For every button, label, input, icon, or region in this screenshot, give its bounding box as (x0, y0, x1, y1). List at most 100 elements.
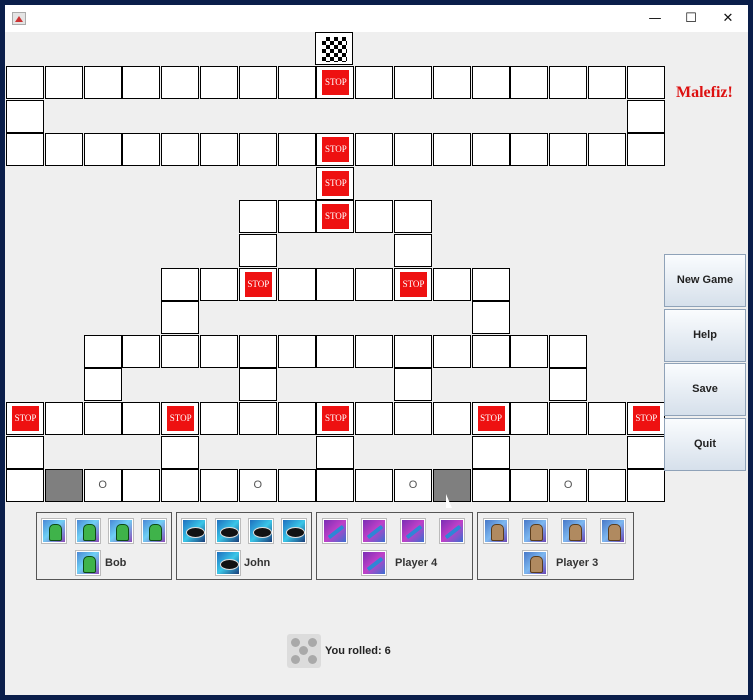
player-piece[interactable] (362, 519, 386, 543)
board-field[interactable] (200, 334, 238, 368)
board-field[interactable] (200, 469, 238, 503)
board-field-barricade[interactable]: STOP (471, 402, 510, 435)
board-field[interactable] (394, 200, 432, 234)
player-piece[interactable] (109, 519, 133, 543)
board-field[interactable] (355, 66, 394, 99)
board-field[interactable] (471, 133, 510, 167)
board-field[interactable] (161, 301, 200, 335)
board-field[interactable] (394, 402, 432, 435)
board-field[interactable] (355, 402, 394, 435)
board-field[interactable] (122, 133, 161, 167)
maximize-button[interactable]: ☐ (671, 5, 711, 32)
board-field[interactable] (44, 402, 83, 435)
board-field[interactable] (161, 66, 200, 99)
board-field-start[interactable]: O (238, 469, 277, 503)
board-field[interactable] (122, 402, 161, 435)
board-field[interactable] (44, 133, 83, 167)
board-field[interactable] (44, 469, 83, 503)
board-field-barricade[interactable]: STOP (394, 267, 432, 301)
board-field[interactable] (6, 66, 44, 99)
board-field[interactable] (432, 334, 471, 368)
board-field[interactable] (471, 334, 510, 368)
close-button[interactable]: ✕ (708, 5, 748, 32)
board-field-barricade[interactable]: STOP (316, 166, 355, 200)
board-field[interactable] (510, 66, 549, 99)
board-field[interactable] (626, 133, 665, 167)
board-field[interactable] (471, 469, 510, 503)
board-field[interactable] (238, 234, 277, 267)
board-field[interactable] (549, 334, 588, 368)
board-field-start[interactable]: O (394, 469, 432, 503)
board-field[interactable] (238, 200, 277, 234)
board-field[interactable] (200, 66, 238, 99)
board-field[interactable] (6, 133, 44, 167)
board-field-barricade[interactable]: STOP (316, 200, 355, 234)
board-field[interactable] (471, 267, 510, 301)
board-field[interactable] (238, 66, 277, 99)
board-field[interactable] (6, 99, 44, 133)
board-field[interactable] (588, 133, 626, 167)
board-field[interactable] (355, 133, 394, 167)
board-field[interactable] (549, 66, 588, 99)
player-piece[interactable] (440, 519, 464, 543)
board-field[interactable] (549, 368, 588, 402)
player-piece[interactable] (562, 519, 586, 543)
dice-button[interactable] (287, 634, 321, 668)
player-piece[interactable] (216, 519, 240, 543)
quit-button[interactable]: Quit (664, 418, 746, 471)
board-field[interactable] (626, 469, 665, 503)
board-field[interactable] (277, 66, 316, 99)
board-field[interactable] (432, 402, 471, 435)
board-field[interactable] (200, 267, 238, 301)
board-field[interactable] (588, 402, 626, 435)
player-piece[interactable] (142, 519, 166, 543)
board-field[interactable] (277, 334, 316, 368)
board-field[interactable] (6, 469, 44, 503)
board-field[interactable] (277, 402, 316, 435)
player-piece[interactable] (249, 519, 273, 543)
board-field[interactable] (394, 334, 432, 368)
save-button[interactable]: Save (664, 363, 746, 416)
board-field[interactable] (83, 66, 122, 99)
board-field[interactable] (626, 99, 665, 133)
board-field[interactable] (122, 66, 161, 99)
board-field[interactable] (122, 334, 161, 368)
board-field[interactable] (122, 469, 161, 503)
board-field[interactable] (355, 267, 394, 301)
board-field[interactable] (161, 334, 200, 368)
board-field[interactable] (432, 133, 471, 167)
board-field[interactable] (316, 469, 355, 503)
board-field[interactable] (200, 133, 238, 167)
board-field[interactable] (588, 66, 626, 99)
board-field[interactable] (432, 66, 471, 99)
player-piece[interactable] (523, 519, 547, 543)
board-field-barricade[interactable]: STOP (161, 402, 200, 435)
board-field[interactable] (316, 334, 355, 368)
player-piece[interactable] (323, 519, 347, 543)
board-field[interactable] (394, 368, 432, 402)
board-field[interactable] (238, 133, 277, 167)
board-field[interactable] (277, 200, 316, 234)
player-piece[interactable] (42, 519, 66, 543)
board-field[interactable] (549, 133, 588, 167)
board-field[interactable] (161, 267, 200, 301)
help-button[interactable]: Help (664, 309, 746, 362)
board-field-barricade[interactable]: STOP (6, 402, 44, 435)
new-game-button[interactable]: New Game (664, 254, 746, 307)
board-field[interactable] (83, 368, 122, 402)
board-field-start[interactable]: O (549, 469, 588, 503)
player-piece[interactable] (282, 519, 306, 543)
minimize-button[interactable]: — (635, 5, 675, 32)
board-field[interactable] (44, 66, 83, 99)
board-field-barricade[interactable]: STOP (316, 66, 355, 99)
board-field[interactable] (238, 334, 277, 368)
board-field[interactable] (316, 267, 355, 301)
board-field[interactable] (355, 334, 394, 368)
board-field[interactable] (510, 469, 549, 503)
board-field-barricade[interactable]: STOP (626, 402, 665, 435)
board-field[interactable] (6, 435, 44, 469)
player-piece[interactable] (182, 519, 206, 543)
board-field[interactable] (200, 402, 238, 435)
board-field[interactable] (355, 469, 394, 503)
board-field[interactable] (471, 301, 510, 335)
